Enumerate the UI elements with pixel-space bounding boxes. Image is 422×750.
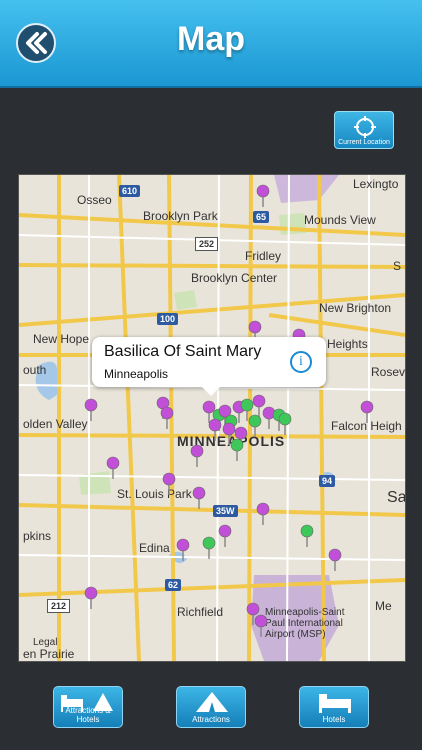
page-title: Map xyxy=(177,20,245,58)
map-pin[interactable] xyxy=(202,536,216,550)
map-pin[interactable] xyxy=(360,400,374,414)
map-pin[interactable] xyxy=(254,614,268,628)
map-view[interactable]: Osseo Brooklyn Park Fridley Brooklyn Cen… xyxy=(18,174,406,662)
current-location-label: Current Location xyxy=(338,139,390,146)
map-pin[interactable] xyxy=(222,422,236,436)
tab-attractions-hotels[interactable]: Attractions & Hotels xyxy=(53,686,123,728)
map-pin[interactable] xyxy=(230,438,244,452)
map-pin[interactable] xyxy=(202,400,216,414)
callout-subtitle: Minneapolis xyxy=(104,367,169,381)
tab-hotels[interactable]: Hotels xyxy=(299,686,369,728)
bed-icon xyxy=(319,694,351,713)
callout-title: Basilica Of Saint Mary xyxy=(104,343,262,360)
tent-icon xyxy=(196,692,228,712)
map-pin[interactable] xyxy=(300,524,314,538)
map-pin[interactable] xyxy=(246,602,260,616)
callout-tail xyxy=(202,387,220,396)
map-pin[interactable] xyxy=(84,398,98,412)
crosshair-icon xyxy=(354,116,376,138)
tab-label: Hotels xyxy=(322,715,346,724)
map-pin[interactable] xyxy=(84,586,98,600)
map-pin[interactable] xyxy=(106,456,120,470)
tab-label: Attractions & Hotels xyxy=(65,706,111,724)
map-pin[interactable] xyxy=(192,486,206,500)
map-pins xyxy=(84,184,374,637)
map-pin[interactable] xyxy=(162,472,176,486)
place-callout[interactable]: Basilica Of Saint Mary Minneapolis i xyxy=(92,337,326,396)
app-header: Map xyxy=(0,0,422,88)
info-icon[interactable]: i xyxy=(290,351,312,373)
map-pin[interactable] xyxy=(160,406,174,420)
map-pin[interactable] xyxy=(190,444,204,458)
map-pin[interactable] xyxy=(252,394,266,408)
map-pin[interactable] xyxy=(248,414,262,428)
map-pin[interactable] xyxy=(218,524,232,538)
map-pin[interactable] xyxy=(248,320,262,334)
map-pin[interactable] xyxy=(278,412,292,426)
map-pin[interactable] xyxy=(208,418,222,432)
map-pin[interactable] xyxy=(256,184,270,198)
map-pin[interactable] xyxy=(176,538,190,552)
map-pin[interactable] xyxy=(256,502,270,516)
current-location-button[interactable]: Current Location xyxy=(334,111,394,149)
tab-label: Attractions xyxy=(192,715,230,724)
map-pin[interactable] xyxy=(328,548,342,562)
map-pin[interactable] xyxy=(234,426,248,440)
tab-attractions[interactable]: Attractions xyxy=(176,686,246,728)
map-pin[interactable] xyxy=(240,398,254,412)
